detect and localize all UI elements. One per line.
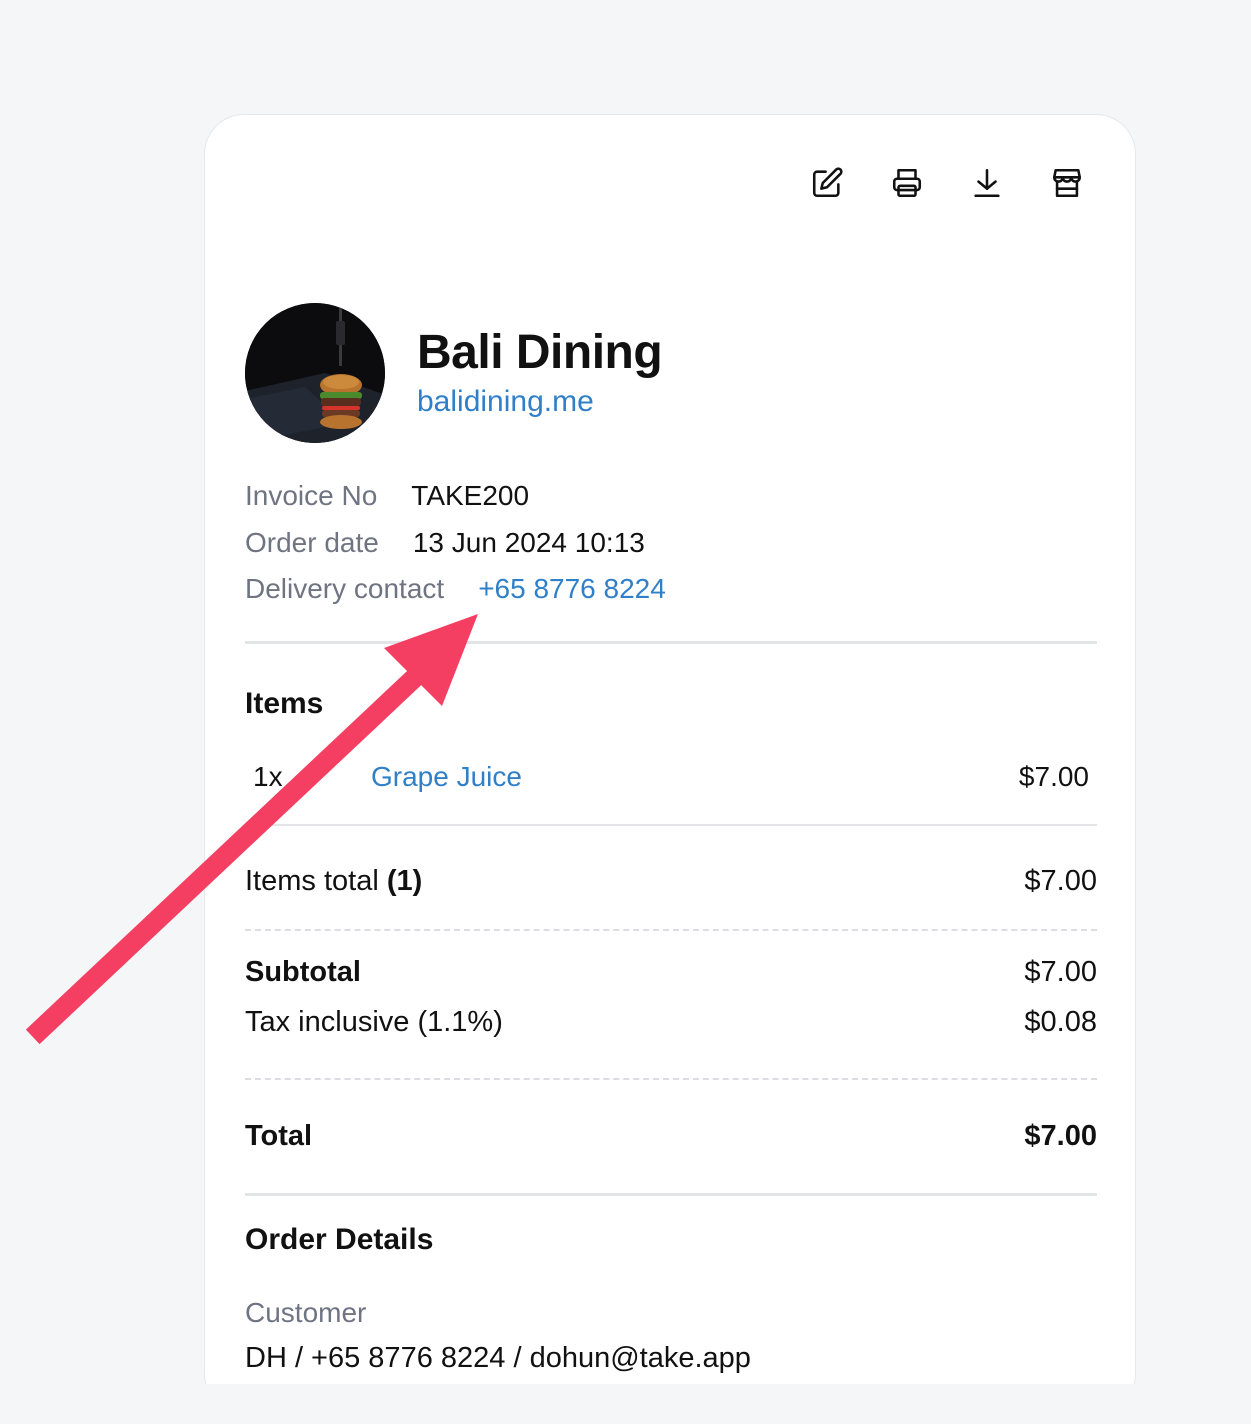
- toolbar: [809, 165, 1085, 201]
- delivery-contact-row: Delivery contact +65 8776 8224: [245, 566, 666, 613]
- tax-row: Tax inclusive (1.1%) $0.08: [245, 1006, 1097, 1039]
- store-button[interactable]: [1049, 165, 1085, 201]
- divider: [245, 1193, 1097, 1196]
- bottom-fade: [0, 1384, 1251, 1424]
- tax-label: Tax inclusive (1.1%): [245, 1006, 503, 1038]
- divider: [245, 641, 1097, 644]
- store-logo: [245, 303, 385, 443]
- store-name: Bali Dining: [417, 325, 663, 379]
- subtotal-row: Subtotal $7.00: [245, 956, 1097, 989]
- store-icon: [1052, 168, 1082, 198]
- subtotal-label: Subtotal: [245, 956, 361, 988]
- download-icon: [974, 168, 1000, 198]
- item-name-link[interactable]: Grape Juice: [371, 761, 1019, 793]
- invoice-no-label: Invoice No: [245, 480, 378, 512]
- item-price: $7.00: [1018, 761, 1089, 792]
- order-date-value: 13 Jun 2024 10:13: [412, 526, 645, 558]
- order-date-label: Order date: [245, 526, 379, 558]
- invoice-meta: Invoice No TAKE200 Order date 13 Jun 202…: [245, 473, 666, 613]
- divider: [245, 929, 1097, 931]
- invoice-no-value: TAKE200: [411, 480, 530, 512]
- items-title: Items: [245, 687, 324, 720]
- item-qty: 1x: [253, 761, 283, 792]
- invoice-no-row: Invoice No TAKE200: [245, 473, 666, 520]
- total-label: Total: [245, 1120, 313, 1152]
- subtotal-value: $7.00: [1024, 956, 1097, 988]
- items-total-row: Items total (1) $7.00: [245, 865, 1097, 898]
- store-url-link[interactable]: balidining.me: [417, 385, 662, 419]
- total-value: $7.00: [1024, 1120, 1097, 1152]
- edit-icon: [812, 167, 843, 198]
- tax-value: $0.08: [1024, 1006, 1097, 1038]
- edit-button[interactable]: [809, 165, 845, 201]
- customer-label: Customer: [245, 1297, 367, 1328]
- printer-icon: [892, 168, 922, 198]
- delivery-contact-label: Delivery contact: [245, 573, 445, 605]
- burger-photo: [245, 303, 385, 443]
- store-header: Bali Dining balidining.me: [245, 303, 663, 443]
- items-total-label: Items total: [245, 865, 379, 897]
- item-row: 1x Grape Juice $7.00: [253, 761, 1089, 793]
- download-button[interactable]: [969, 165, 1005, 201]
- items-total-label-group: Items total (1): [245, 865, 422, 898]
- store-info: Bali Dining balidining.me: [417, 325, 663, 420]
- order-details-title: Order Details: [245, 1223, 434, 1256]
- divider: [245, 1078, 1097, 1080]
- delivery-contact-link[interactable]: +65 8776 8224: [478, 573, 666, 605]
- customer-value: DH / +65 8776 8224 / dohun@take.app: [245, 1342, 751, 1374]
- total-row: Total $7.00: [245, 1120, 1097, 1153]
- print-button[interactable]: [889, 165, 925, 201]
- divider: [245, 824, 1097, 826]
- items-total-value: $7.00: [1024, 865, 1097, 897]
- items-total-count: (1): [386, 865, 423, 897]
- order-date-row: Order date 13 Jun 2024 10:13: [245, 520, 666, 567]
- invoice-card: Bali Dining balidining.me Invoice No TAK…: [204, 114, 1136, 1414]
